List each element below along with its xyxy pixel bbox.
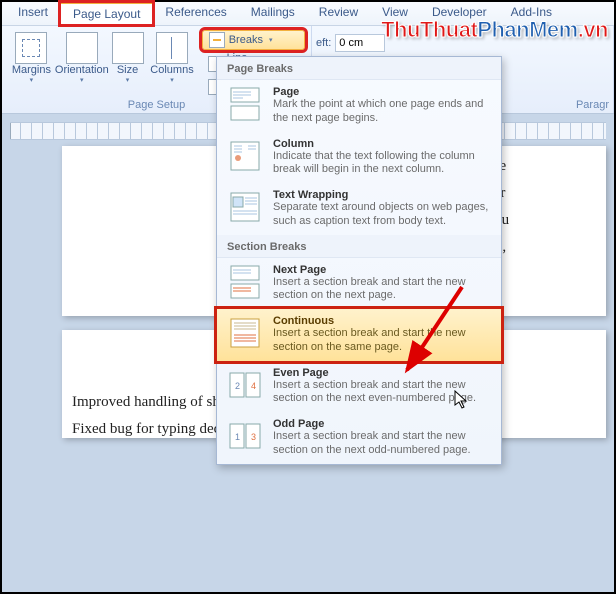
group-title-paragraph: Paragr <box>576 99 609 111</box>
tab-references[interactable]: References <box>153 2 238 25</box>
margins-button[interactable]: Margins ▾ <box>8 30 55 86</box>
watermark: ThuThuatPhanMem.vn <box>381 17 608 43</box>
chevron-down-icon: ▾ <box>80 76 84 84</box>
odd-page-icon: 13 <box>227 418 263 454</box>
columns-label: Columns <box>150 64 193 76</box>
option-desc: Separate text around objects on web page… <box>273 201 491 229</box>
svg-text:2: 2 <box>235 381 240 391</box>
indent-left-input[interactable] <box>335 34 385 52</box>
breaks-button[interactable]: Breaks ▾ <box>202 30 305 50</box>
size-button[interactable]: Size ▾ <box>109 30 147 86</box>
tab-page-layout[interactable]: Page Layout <box>60 2 153 25</box>
continuous-icon <box>227 315 263 351</box>
option-title: Odd Page <box>273 418 491 430</box>
break-option-continuous[interactable]: Continuous Insert a section break and st… <box>216 308 502 362</box>
dropdown-section-section-breaks: Section Breaks <box>217 235 501 258</box>
breaks-label: Breaks <box>229 34 263 46</box>
option-desc: Insert a section break and start the new… <box>273 276 491 304</box>
svg-text:4: 4 <box>251 381 256 391</box>
option-title: Continuous <box>273 315 491 327</box>
margins-label: Margins <box>12 64 51 76</box>
columns-button[interactable]: Columns ▾ <box>148 30 195 86</box>
orientation-icon <box>66 32 98 64</box>
option-desc: Mark the point at which one page ends an… <box>273 98 491 126</box>
option-title: Text Wrapping <box>273 189 491 201</box>
option-desc: Insert a section break and start the new… <box>273 430 491 458</box>
orientation-button[interactable]: Orientation ▾ <box>57 30 107 86</box>
option-desc: Insert a section break and start the new… <box>273 327 491 355</box>
break-option-column[interactable]: Column Indicate that the text following … <box>217 132 501 184</box>
option-desc: Indicate that the text following the col… <box>273 150 491 178</box>
chevron-down-icon: ▾ <box>30 76 34 84</box>
break-option-text-wrapping[interactable]: Text Wrapping Separate text around objec… <box>217 183 501 235</box>
chevron-down-icon: ▾ <box>126 76 130 84</box>
svg-text:1: 1 <box>235 432 240 442</box>
page-break-icon <box>227 86 263 122</box>
tab-review[interactable]: Review <box>307 2 370 25</box>
option-title: Next Page <box>273 264 491 276</box>
break-option-next-page[interactable]: Next Page Insert a section break and sta… <box>217 258 501 310</box>
option-title: Column <box>273 138 491 150</box>
even-page-icon: 24 <box>227 367 263 403</box>
next-page-icon <box>227 264 263 300</box>
chevron-down-icon: ▾ <box>170 76 174 84</box>
size-icon <box>112 32 144 64</box>
break-option-odd-page[interactable]: 13 Odd Page Insert a section break and s… <box>217 412 501 464</box>
columns-icon <box>156 32 188 64</box>
margins-icon <box>15 32 47 64</box>
break-option-page[interactable]: Page Mark the point at which one page en… <box>217 80 501 132</box>
breaks-dropdown: Page Breaks Page Mark the point at which… <box>216 56 502 465</box>
svg-text:3: 3 <box>251 432 256 442</box>
tab-mailings[interactable]: Mailings <box>239 2 307 25</box>
orientation-label: Orientation <box>55 64 109 76</box>
option-title: Page <box>273 86 491 98</box>
dropdown-section-page-breaks: Page Breaks <box>217 57 501 80</box>
text-wrapping-icon <box>227 189 263 225</box>
watermark-part: PhanMem <box>477 17 577 42</box>
option-desc: Insert a section break and start the new… <box>273 379 491 407</box>
indent-left-label: eft: <box>316 37 331 49</box>
break-option-even-page[interactable]: 24 Even Page Insert a section break and … <box>217 361 501 413</box>
watermark-part: ThuThuat <box>381 17 477 42</box>
breaks-icon <box>209 32 225 48</box>
column-break-icon <box>227 138 263 174</box>
tab-insert[interactable]: Insert <box>6 2 60 25</box>
watermark-part: .vn <box>578 17 608 42</box>
chevron-down-icon: ▾ <box>269 36 273 44</box>
option-title: Even Page <box>273 367 491 379</box>
size-label: Size <box>117 64 138 76</box>
